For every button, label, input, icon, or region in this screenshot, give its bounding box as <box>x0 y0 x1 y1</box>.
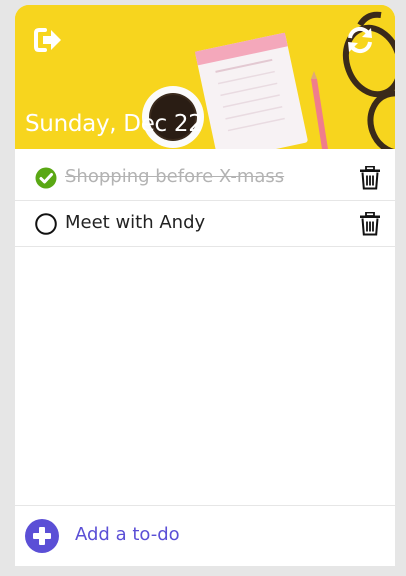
empty-circle-icon[interactable] <box>35 213 57 235</box>
plus-circle-icon[interactable] <box>25 519 59 553</box>
todo-text[interactable]: Shopping before X-mass <box>65 166 284 187</box>
todo-list: Shopping before X-mass Meet with Andy <box>15 155 395 247</box>
trash-icon[interactable] <box>359 212 381 236</box>
todo-text[interactable]: Meet with Andy <box>65 212 205 233</box>
current-date: Sunday, Dec 22 <box>25 111 203 137</box>
trash-icon[interactable] <box>359 166 381 190</box>
todo-item: Meet with Andy <box>15 201 395 247</box>
header-banner: Sunday, Dec 22 <box>15 5 395 149</box>
todo-card: Sunday, Dec 22 Shopping before X-mass Me… <box>15 5 395 566</box>
add-todo-button[interactable]: Add a to-do <box>75 524 180 545</box>
todo-item: Shopping before X-mass <box>15 155 395 201</box>
refresh-icon[interactable] <box>343 23 377 57</box>
check-circle-icon[interactable] <box>35 167 57 189</box>
sign-out-icon[interactable] <box>31 23 65 57</box>
add-todo-bar: Add a to-do <box>15 505 395 566</box>
